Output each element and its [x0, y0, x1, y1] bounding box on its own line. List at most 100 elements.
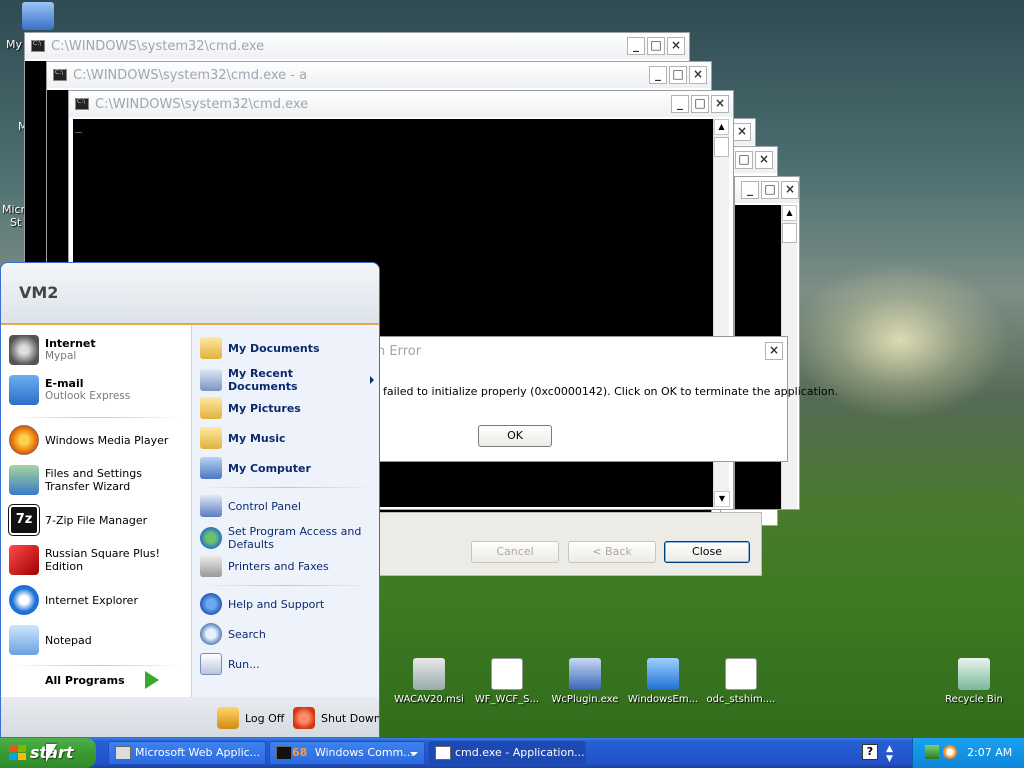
close-button[interactable]: ×	[689, 66, 707, 84]
notepad-icon	[9, 625, 39, 655]
search-item[interactable]: Search	[200, 623, 266, 645]
recent-internet-explorer[interactable]: Internet Explorer	[9, 585, 138, 615]
close-button[interactable]: ×	[667, 37, 685, 55]
computer-icon	[200, 457, 222, 479]
dialog-titlebar[interactable]: n Error ×	[371, 337, 787, 365]
taskbar: start Microsoft Web Applic... 68 Windows…	[0, 738, 1024, 768]
recent-7zip[interactable]: 7z 7-Zip File Manager	[9, 505, 147, 535]
document-icon	[725, 658, 757, 690]
maximize-icon[interactable]: □	[761, 181, 779, 199]
cube-icon	[9, 545, 39, 575]
recycle-bin-icon	[958, 658, 990, 690]
taskbar-item-windows-command[interactable]: 68 Windows Comm...	[269, 741, 425, 765]
help-support-item[interactable]: Help and Support	[200, 593, 324, 615]
cancel-button[interactable]: Cancel	[471, 541, 559, 563]
error-dialog[interactable]: n Error × failed to initialize properly …	[370, 336, 838, 462]
log-off-button[interactable]: Log Off	[217, 707, 284, 729]
key-icon	[217, 707, 239, 729]
media-player-icon	[9, 425, 39, 455]
maximize-button[interactable]: □	[647, 37, 665, 55]
desktop-icon-wacav[interactable]: WACAV20.msi	[388, 658, 470, 705]
window-titlebar[interactable]: C:\WINDOWS\system32\cmd.exe _ □ ×	[69, 91, 733, 117]
tray-chevron-icon[interactable]: ▲ ▼	[886, 744, 893, 764]
my-documents-item[interactable]: My Documents	[200, 337, 320, 359]
minimize-button[interactable]: _	[649, 66, 667, 84]
printers-faxes-item[interactable]: Printers and Faxes	[200, 555, 329, 577]
window-titlebar[interactable]: C:\WINDOWS\system32\cmd.exe _ □ ×	[25, 33, 689, 59]
document-icon	[491, 658, 523, 690]
start-menu-footer: Log Off Shut Down	[1, 697, 379, 737]
cmd-icon	[276, 746, 292, 760]
scroll-up-icon[interactable]: ▲	[782, 205, 797, 221]
start-menu[interactable]: VM2 Internet Mypal E-mail Outlook Express …	[0, 262, 380, 738]
raccoon-browser-icon	[9, 335, 39, 365]
scroll-down-icon[interactable]: ▼	[714, 491, 730, 507]
desktop-icon-wcplugin[interactable]: WcPlugin.exe	[544, 658, 626, 705]
my-recent-documents-item[interactable]: My Recent Documents	[200, 367, 374, 393]
scroll-up-icon[interactable]: ▲	[714, 119, 729, 135]
window-title: C:\WINDOWS\system32\cmd.exe	[95, 96, 309, 112]
minimize-button[interactable]: _	[627, 37, 645, 55]
desktop-icon-odc[interactable]: odc_stshim....	[700, 658, 782, 705]
network-icon[interactable]	[925, 745, 939, 759]
desktop-icon-partial-computer[interactable]	[22, 2, 54, 30]
wizard-window[interactable]: Cancel < Back Close	[370, 512, 762, 576]
close-icon[interactable]: ×	[781, 181, 799, 199]
control-panel-icon	[200, 495, 222, 517]
control-panel-item[interactable]: Control Panel	[200, 495, 301, 517]
close-icon[interactable]: ×	[733, 123, 751, 141]
recent-russian-square[interactable]: Russian Square Plus! Edition	[9, 545, 191, 575]
pinned-email[interactable]: E-mail Outlook Express	[9, 375, 130, 405]
pinned-internet[interactable]: Internet Mypal	[9, 335, 96, 365]
back-button[interactable]: < Back	[568, 541, 656, 563]
printer-icon	[200, 555, 222, 577]
error-message: failed to initialize properly (0xc000014…	[383, 385, 839, 398]
desktop-icon-windowsem[interactable]: WindowsEm...	[622, 658, 704, 705]
installer-icon	[413, 658, 445, 690]
recent-windows-media-player[interactable]: Windows Media Player	[9, 425, 168, 455]
ok-button[interactable]: OK	[478, 425, 552, 447]
maximize-icon[interactable]: □	[735, 151, 753, 169]
my-pictures-item[interactable]: My Pictures	[200, 397, 301, 419]
my-music-item[interactable]: My Music	[200, 427, 286, 449]
minimize-button[interactable]: _	[671, 95, 689, 113]
app-icon	[647, 658, 679, 690]
all-programs-button[interactable]: All Programs	[45, 671, 159, 689]
installer-icon	[115, 746, 131, 760]
recent-files-settings-transfer[interactable]: Files and Settings Transfer Wizard	[9, 465, 185, 495]
window-title: C:\WINDOWS\system32\cmd.exe	[51, 38, 265, 54]
program-access-icon	[200, 527, 222, 549]
desktop-icon-wfwcf[interactable]: WF_WCF_S...	[466, 658, 548, 705]
start-menu-left-pane: Internet Mypal E-mail Outlook Express Wind…	[1, 325, 191, 697]
dialog-close-button[interactable]: ×	[765, 342, 783, 360]
window-icon	[435, 746, 451, 760]
set-program-access-item[interactable]: Set Program Access and Defaults	[200, 525, 378, 551]
my-computer-item[interactable]: My Computer	[200, 457, 311, 479]
search-icon	[200, 623, 222, 645]
folder-icon	[200, 337, 222, 359]
cmd-icon	[75, 98, 89, 110]
minimize-icon[interactable]: _	[741, 181, 759, 199]
search-tray-icon[interactable]	[943, 745, 957, 759]
shut-down-button[interactable]: Shut Down	[293, 707, 379, 729]
taskbar-item-cmd-application[interactable]: cmd.exe - Application...	[428, 741, 586, 765]
recent-notepad[interactable]: Notepad	[9, 625, 92, 655]
mouse-cursor-icon	[46, 744, 57, 762]
desktop-label-partial: St	[10, 216, 22, 229]
pictures-folder-icon	[200, 397, 222, 419]
close-wizard-button[interactable]: Close	[664, 541, 750, 563]
scroll-thumb[interactable]	[714, 137, 729, 157]
chevron-down-icon	[410, 752, 418, 756]
desktop-icon-recycle-bin[interactable]: Recycle Bin	[933, 658, 1015, 705]
desktop-label-partial: My	[6, 38, 23, 51]
close-button[interactable]: ×	[711, 95, 729, 113]
close-icon[interactable]: ×	[755, 151, 773, 169]
maximize-button[interactable]: □	[691, 95, 709, 113]
window-titlebar[interactable]: C:\WINDOWS\system32\cmd.exe - a _ □ ×	[47, 62, 711, 88]
help-tray-button[interactable]: ?	[862, 744, 878, 760]
clock[interactable]: 2:07 AM	[967, 746, 1012, 759]
transfer-wizard-icon	[9, 465, 39, 495]
run-item[interactable]: Run...	[200, 653, 260, 675]
taskbar-item-web-application[interactable]: Microsoft Web Applic...	[108, 741, 266, 765]
maximize-button[interactable]: □	[669, 66, 687, 84]
